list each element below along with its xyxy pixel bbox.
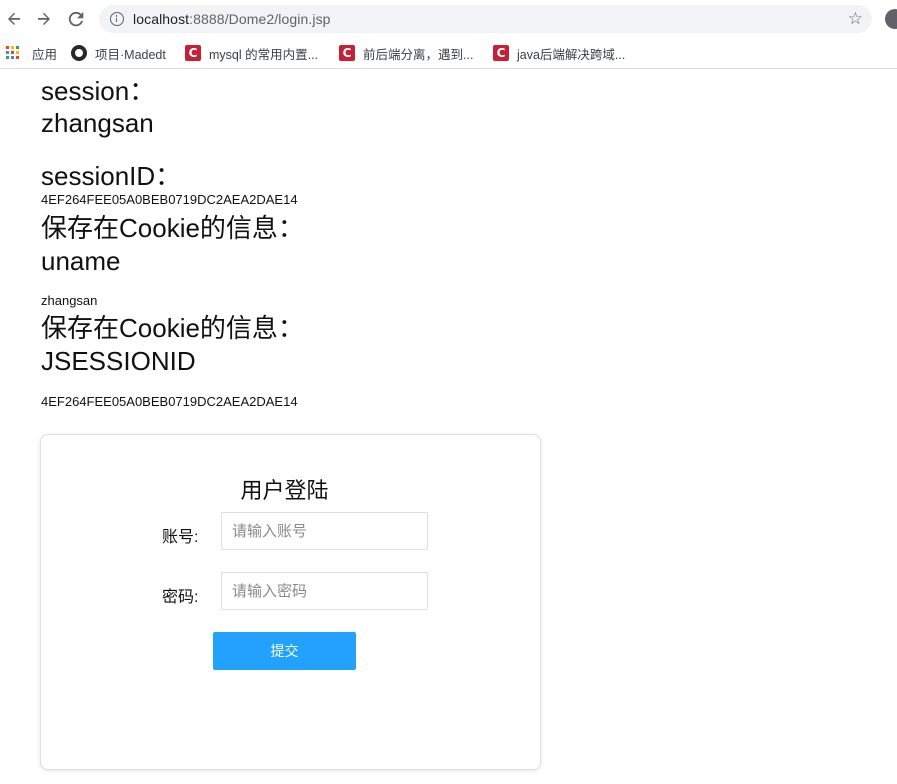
csdn-icon: C	[339, 45, 355, 61]
password-input[interactable]	[221, 572, 428, 610]
submit-button[interactable]: 提交	[213, 632, 356, 670]
profile-avatar-icon[interactable]	[885, 9, 897, 29]
url-text: localhost:8888/Dome2/login.jsp	[133, 11, 331, 27]
cookie1-value: zhangsan	[41, 293, 98, 308]
bookmark-label: 项目·Madedt	[95, 47, 166, 62]
forward-button[interactable]	[34, 9, 54, 29]
bookmarks-bar: 应用 项目·Madedt C mysql 的常用内置... C 前后端分离，遇到…	[0, 38, 897, 69]
bookmark-csdn-mysql[interactable]: C mysql 的常用内置...	[185, 43, 318, 63]
bookmark-label: mysql 的常用内置...	[209, 47, 319, 62]
csdn-icon: C	[493, 45, 509, 61]
session-id-value: 4EF264FEE05A0BEB0719DC2AEA2DAE14	[41, 192, 298, 207]
bookmark-label: 前后端分离，遇到...	[363, 47, 474, 62]
reload-button[interactable]	[66, 9, 86, 29]
session-value: zhangsan	[41, 108, 154, 138]
bookmark-csdn-java[interactable]: C java后端解决跨域...	[493, 43, 625, 63]
url-path: :8888/Dome2/login.jsp	[189, 11, 331, 27]
cookie1-name: uname	[41, 246, 121, 276]
bookmark-star-icon[interactable]: ☆	[848, 10, 863, 27]
github-icon	[71, 45, 87, 61]
apps-grid-icon	[6, 46, 20, 60]
cookie2-value: 4EF264FEE05A0BEB0719DC2AEA2DAE14	[41, 394, 298, 409]
cookie2-name: JSESSIONID	[41, 346, 196, 376]
url-host: localhost	[133, 11, 190, 27]
csdn-icon: C	[185, 45, 201, 61]
bookmark-label: java后端解决跨域...	[517, 47, 626, 62]
cookie2-label: 保存在Cookie的信息：	[41, 313, 304, 343]
back-button[interactable]	[4, 9, 24, 29]
bookmark-apps[interactable]: 应用	[6, 43, 57, 63]
browser-toolbar: localhost:8888/Dome2/login.jsp ☆	[0, 0, 897, 38]
arrow-right-icon	[38, 12, 50, 25]
account-label: 账号:	[162, 529, 199, 546]
password-label: 密码:	[162, 589, 199, 606]
account-input[interactable]	[221, 512, 428, 550]
login-title: 用户登陆	[240, 478, 329, 503]
bookmark-github[interactable]: 项目·Madedt	[71, 43, 166, 63]
login-card: 用户登陆 账号: 密码: 提交	[40, 434, 541, 770]
cookie1-label: 保存在Cookie的信息：	[41, 213, 304, 243]
arrow-left-icon	[8, 12, 20, 25]
address-bar[interactable]: localhost:8888/Dome2/login.jsp ☆	[99, 5, 872, 33]
session-id-label: sessionID：	[41, 161, 182, 191]
session-label: session：	[41, 76, 156, 106]
bookmark-csdn-frontend[interactable]: C 前后端分离，遇到...	[339, 43, 473, 63]
reload-icon	[68, 11, 84, 27]
site-info-icon[interactable]	[110, 12, 124, 26]
bookmark-label: 应用	[32, 47, 58, 62]
